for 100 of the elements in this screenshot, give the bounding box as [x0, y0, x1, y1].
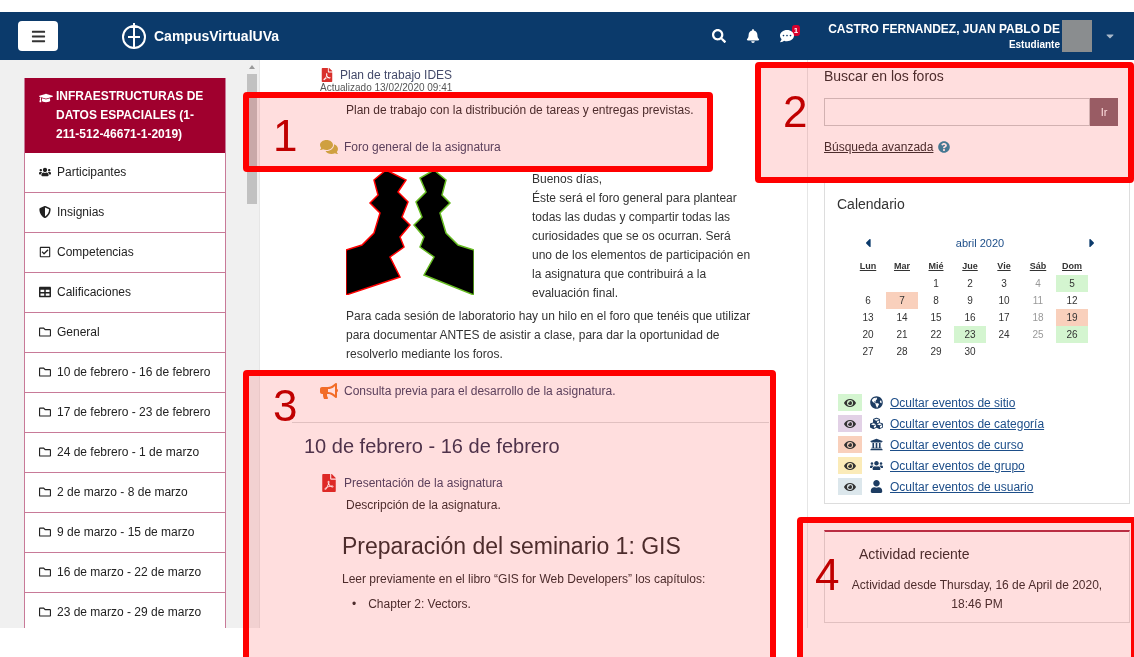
- calendar-day[interactable]: 12: [1056, 292, 1088, 309]
- event-filter-link[interactable]: Ocultar eventos de sitio: [838, 394, 1117, 411]
- recent-activity-title: Actividad reciente: [859, 546, 971, 562]
- event-filter-link[interactable]: Ocultar eventos de usuario: [838, 478, 1117, 495]
- folder-icon: [39, 606, 51, 618]
- folder-icon: [39, 526, 51, 538]
- pdf-file-icon: [320, 474, 338, 492]
- annotation-number: 1: [273, 114, 298, 158]
- annotation-number: 3: [273, 384, 298, 428]
- weekday-label: Jue: [961, 260, 979, 273]
- activity-description: Descripción de la asignatura.: [346, 497, 502, 514]
- activity-link[interactable]: Presentación de la asignatura: [320, 474, 769, 492]
- course-menu-item[interactable]: 16 de marzo - 22 de marzo: [25, 553, 225, 593]
- cubes-icon: [868, 417, 884, 430]
- calendar-day[interactable]: 7: [886, 292, 918, 309]
- calendar-day[interactable]: 20: [852, 326, 884, 343]
- table-icon: [39, 286, 51, 298]
- help-icon[interactable]: [938, 141, 951, 153]
- calendar-day[interactable]: 17: [988, 309, 1020, 326]
- calendar-day[interactable]: 19: [1056, 309, 1088, 326]
- activity-link[interactable]: Foro general de la asignatura: [320, 138, 769, 156]
- course-menu-item[interactable]: 10 de febrero - 16 de febrero: [25, 353, 225, 393]
- calendar-day[interactable]: 5: [1056, 275, 1088, 292]
- chapter-item: Chapter 2: Vectors.: [368, 596, 471, 612]
- annotation-number: 2: [783, 90, 808, 134]
- calendar-day[interactable]: 6: [852, 292, 884, 309]
- go-button[interactable]: Ir: [1090, 98, 1118, 126]
- calendar-day[interactable]: 16: [954, 309, 986, 326]
- course-menu-item[interactable]: 17 de febrero - 23 de febrero: [25, 393, 225, 433]
- calendar-day[interactable]: 22: [920, 326, 952, 343]
- calendar-day[interactable]: 2: [954, 275, 986, 292]
- crest-logo-icon: [120, 21, 148, 51]
- pdf-file-icon: [320, 68, 334, 82]
- message-count-badge: 1: [791, 24, 801, 36]
- greeting-text: Buenos días,: [532, 171, 604, 188]
- forum-intro-text: Éste será el foro general para plantear todas las dudas y compartir todas las curiosidades que se os ocurran. Será uno de los elementos de participación en la asignatura que contribuirá a la evaluación final.: [532, 189, 752, 302]
- weekday-label: Dom: [1061, 260, 1083, 273]
- megaphone-icon: [320, 382, 338, 400]
- course-menu-item[interactable]: Competencias: [25, 233, 225, 273]
- folder-icon: [39, 486, 51, 498]
- shield-icon: [39, 206, 51, 218]
- activity-description: Para cada sesión de laboratorio hay un hilo en el foro que tenéis que utilizar para documentar ANTES de asistir a clase, para dar la oportunidad de resolverlo mediante los foros.: [346, 308, 752, 363]
- calendar-day[interactable]: 29: [920, 343, 952, 360]
- menu-button[interactable]: [18, 21, 58, 51]
- annotation-number: 4: [815, 553, 840, 597]
- month-label: abril 2020: [955, 237, 1005, 249]
- forum-search-title: Buscar en los foros: [824, 68, 945, 84]
- calendar-day[interactable]: 26: [1056, 326, 1088, 343]
- calendar-day[interactable]: 24: [988, 326, 1020, 343]
- activity-description: Plan de trabajo con la distribución de tareas y entregas previstas.: [346, 102, 695, 119]
- course-menu-item[interactable]: 24 de febrero - 1 de marzo: [25, 433, 225, 473]
- speech-bubbles-icon: [320, 138, 338, 156]
- calendar-day[interactable]: 28: [886, 343, 918, 360]
- calendar-day[interactable]: 13: [852, 309, 884, 326]
- course-title: INFRAESTRUCTURAS DE DATOS ESPACIALES (1-211-512-46671-1-2019): [56, 88, 205, 143]
- forum-search-field[interactable]: [824, 98, 1090, 126]
- site-brand: CampusVirtualUVa: [154, 28, 279, 44]
- course-menu-item[interactable]: Participantes: [25, 153, 225, 193]
- section-heading: 10 de febrero - 16 de febrero: [304, 435, 561, 458]
- checkbox-icon: [39, 246, 51, 258]
- advanced-search-link[interactable]: Búsqueda avanzada: [824, 140, 1130, 154]
- folder-icon: [39, 446, 51, 458]
- calendar-day[interactable]: 14: [886, 309, 918, 326]
- activity-link[interactable]: Consulta previa para el desarrollo de la asignatura.: [320, 382, 769, 400]
- menu-icon: [30, 28, 46, 44]
- updated-date: Actualizado 13/02/2020 09:41: [320, 82, 454, 93]
- event-filter-link[interactable]: Ocultar eventos de grupo: [838, 457, 1117, 474]
- calendar-day[interactable]: 8: [920, 292, 952, 309]
- reading-instructions: Leer previamente en el libro “GIS for Web Developers” los capítulos:: [342, 572, 707, 586]
- calendar-day[interactable]: 9: [954, 292, 986, 309]
- event-filter-link[interactable]: Ocultar eventos de categoría: [838, 415, 1117, 432]
- course-menu-item[interactable]: Insignias: [25, 193, 225, 233]
- activity-link[interactable]: Plan de trabajo IDES: [320, 68, 769, 82]
- course-menu-item[interactable]: Calificaciones: [25, 273, 225, 313]
- calendar-day[interactable]: 21: [886, 326, 918, 343]
- scrollbar[interactable]: [245, 60, 259, 628]
- course-menu-item[interactable]: 23 de marzo - 29 de marzo: [25, 593, 225, 628]
- users-icon: [39, 166, 51, 178]
- course-menu-item[interactable]: 9 de marzo - 15 de marzo: [25, 513, 225, 553]
- calendar-day[interactable]: 23: [954, 326, 986, 343]
- calendar-day[interactable]: 15: [920, 309, 952, 326]
- chat-icon[interactable]: [779, 29, 794, 43]
- calendar-day[interactable]: 3: [988, 275, 1020, 292]
- event-filter-link[interactable]: Ocultar eventos de curso: [838, 436, 1117, 453]
- course-menu-item[interactable]: 2 de marzo - 8 de marzo: [25, 473, 225, 513]
- search-icon[interactable]: [711, 29, 726, 43]
- folder-icon: [39, 566, 51, 578]
- course-menu-item[interactable]: General: [25, 313, 225, 353]
- course-menu-header[interactable]: INFRAESTRUCTURAS DE DATOS ESPACIALES (1-211-512-46671-1-2019): [25, 78, 225, 153]
- calendar-day[interactable]: 1: [920, 275, 952, 292]
- calendar-day[interactable]: 10: [988, 292, 1020, 309]
- calendar-day[interactable]: 30: [954, 343, 986, 360]
- folder-icon: [39, 326, 51, 338]
- user-role: Estudiante: [1008, 39, 1060, 50]
- folder-icon: [39, 406, 51, 418]
- weekday-label: Mié: [927, 260, 945, 273]
- calendar-title: Calendario: [837, 196, 906, 212]
- building-icon: [868, 438, 884, 451]
- bell-icon[interactable]: [745, 29, 760, 43]
- calendar-day[interactable]: 27: [852, 343, 884, 360]
